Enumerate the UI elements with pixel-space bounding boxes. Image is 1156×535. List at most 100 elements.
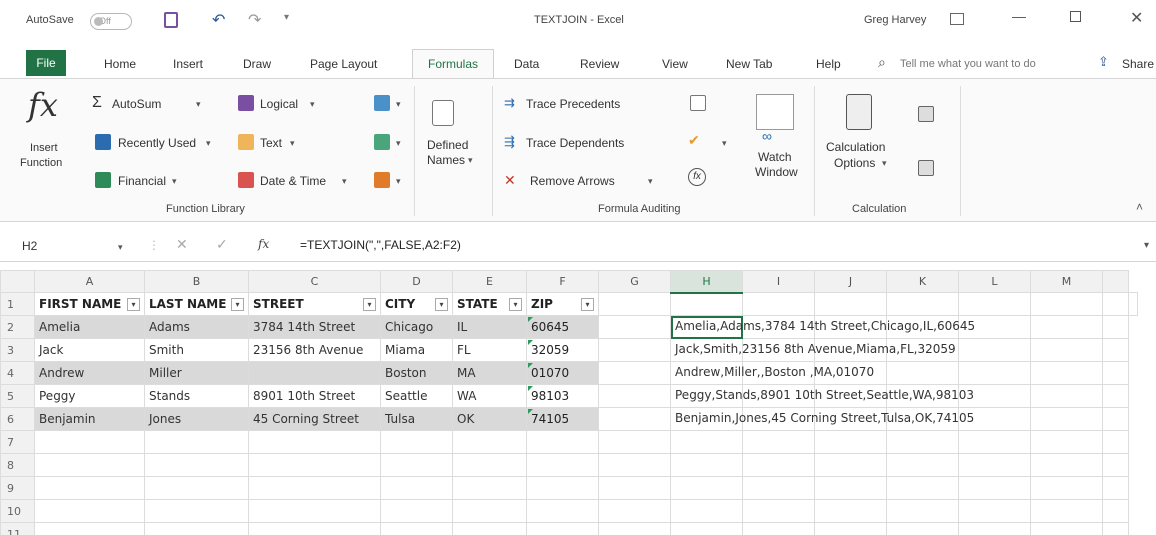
autosum-icon[interactable]: Σ — [92, 94, 102, 112]
cell[interactable] — [814, 499, 887, 523]
column-header-selected[interactable]: H — [670, 270, 743, 294]
cell[interactable] — [958, 430, 1031, 454]
column-header[interactable]: M — [1030, 270, 1103, 293]
filter-dropdown-icon[interactable]: ▾ — [581, 298, 594, 311]
cell[interactable] — [598, 407, 671, 431]
undo-icon[interactable]: ↶ — [212, 10, 225, 30]
collapse-ribbon-icon[interactable]: ˄ — [1136, 200, 1143, 214]
cell[interactable] — [526, 499, 599, 523]
cell[interactable]: Chicago — [380, 315, 453, 339]
cell[interactable] — [526, 453, 599, 477]
filter-dropdown-icon[interactable]: ▾ — [435, 298, 448, 311]
column-header[interactable]: I — [742, 270, 815, 293]
cell[interactable] — [248, 522, 381, 535]
cell[interactable] — [1030, 292, 1103, 316]
filter-dropdown-icon[interactable]: ▾ — [231, 298, 244, 311]
autosave-toggle[interactable]: Off — [90, 13, 132, 30]
cell[interactable] — [1030, 522, 1103, 535]
cell[interactable] — [248, 361, 381, 385]
cell[interactable] — [742, 430, 815, 454]
customize-qat-icon[interactable]: ▾ — [284, 12, 289, 23]
column-header[interactable]: L — [958, 270, 1031, 293]
error-checking-dropdown-icon[interactable]: ▾ — [722, 138, 727, 149]
cell[interactable] — [1102, 499, 1129, 523]
row-header[interactable]: 3 — [0, 338, 35, 362]
cell[interactable] — [380, 522, 453, 535]
cell[interactable] — [598, 453, 671, 477]
calculation-options-icon[interactable] — [846, 94, 872, 130]
cell[interactable]: MA — [452, 361, 527, 385]
cell[interactable] — [1102, 361, 1129, 385]
tab-page-layout[interactable]: Page Layout — [310, 57, 377, 71]
cell[interactable] — [144, 476, 249, 500]
column-header[interactable]: J — [814, 270, 887, 293]
cell[interactable]: 45 Corning Street — [248, 407, 381, 431]
cell[interactable] — [34, 430, 145, 454]
tab-insert[interactable]: Insert — [173, 57, 203, 71]
cell[interactable] — [1102, 384, 1129, 408]
cell[interactable]: 01070 — [526, 361, 599, 385]
row-header[interactable]: 9 — [0, 476, 35, 500]
user-name[interactable]: Greg Harvey — [864, 14, 926, 26]
cell[interactable] — [742, 476, 815, 500]
cell[interactable] — [814, 453, 887, 477]
error-checking-icon[interactable]: ✔ — [688, 132, 700, 149]
cell[interactable]: 3784 14th Street — [248, 315, 381, 339]
cell[interactable] — [598, 292, 671, 316]
cell[interactable]: 98103 — [526, 384, 599, 408]
cell[interactable] — [598, 476, 671, 500]
column-header[interactable]: A — [34, 270, 145, 293]
trace-dependents-button[interactable]: Trace Dependents — [526, 136, 624, 150]
cell[interactable] — [886, 499, 959, 523]
math-trig-icon[interactable] — [374, 134, 390, 150]
close-icon[interactable]: ✕ — [1130, 8, 1143, 28]
name-box[interactable]: H2 — [12, 236, 134, 256]
cell[interactable] — [670, 453, 743, 477]
table-header-cell[interactable]: FIRST NAME ▾ — [34, 292, 145, 316]
calculate-now-icon[interactable] — [918, 106, 934, 122]
column-header[interactable]: B — [144, 270, 249, 293]
cell[interactable] — [958, 453, 1031, 477]
tab-file[interactable]: File — [26, 50, 66, 76]
cell[interactable] — [886, 361, 959, 385]
cell[interactable] — [814, 522, 887, 535]
cell[interactable] — [526, 476, 599, 500]
save-icon[interactable] — [164, 12, 178, 28]
cell[interactable] — [452, 522, 527, 535]
cell[interactable] — [1030, 453, 1103, 477]
logical-button[interactable]: Logical — [260, 97, 298, 111]
recently-used-dropdown-icon[interactable]: ▾ — [206, 138, 211, 149]
cell[interactable] — [34, 476, 145, 500]
cell[interactable] — [742, 292, 815, 316]
cell[interactable] — [598, 338, 671, 362]
cell[interactable] — [598, 315, 671, 339]
cell[interactable] — [814, 430, 887, 454]
cell[interactable] — [1030, 430, 1103, 454]
cell[interactable] — [886, 453, 959, 477]
row-header[interactable]: 11 — [0, 522, 35, 535]
calculation-options-label-2[interactable]: Options — [834, 156, 875, 170]
cell[interactable] — [452, 430, 527, 454]
minimize-icon[interactable]: — — [1012, 8, 1026, 24]
remove-arrows-dropdown-icon[interactable]: ▾ — [648, 176, 653, 187]
enter-icon[interactable]: ✓ — [216, 236, 228, 253]
text-dropdown-icon[interactable]: ▾ — [290, 138, 295, 149]
formula-input[interactable]: =TEXTJOIN(",",FALSE,A2:F2) — [300, 238, 461, 252]
row-header[interactable]: 1 — [0, 292, 35, 316]
cell[interactable]: Tulsa — [380, 407, 453, 431]
column-header[interactable]: D — [380, 270, 453, 293]
cell[interactable] — [598, 430, 671, 454]
cell[interactable] — [886, 476, 959, 500]
cell[interactable] — [248, 453, 381, 477]
row-header[interactable]: 8 — [0, 453, 35, 477]
cell[interactable] — [598, 522, 671, 535]
cell[interactable] — [742, 499, 815, 523]
tell-me-input[interactable]: Tell me what you want to do — [900, 58, 1036, 70]
cell[interactable]: Benjamin,Jones,45 Corning Street,Tulsa,O… — [670, 407, 974, 431]
filter-dropdown-icon[interactable]: ▾ — [363, 298, 376, 311]
cell[interactable] — [1102, 522, 1129, 535]
row-header[interactable]: 6 — [0, 407, 35, 431]
cell[interactable]: Andrew — [34, 361, 145, 385]
cell[interactable]: Benjamin — [34, 407, 145, 431]
cell[interactable]: Jones — [144, 407, 249, 431]
